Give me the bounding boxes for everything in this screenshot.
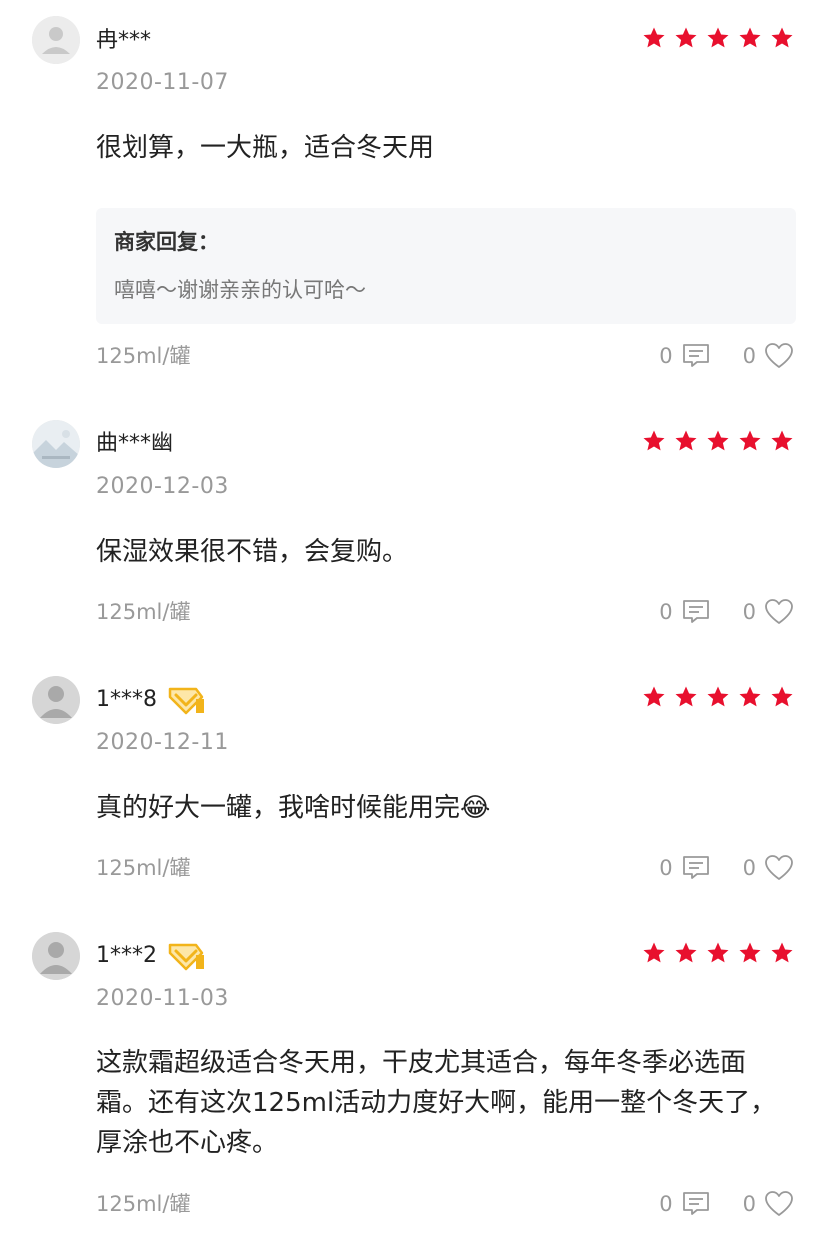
- review-actions: 0 0: [659, 341, 794, 371]
- star-icon: [643, 942, 665, 963]
- like-count: 0: [742, 344, 756, 368]
- heart-icon[interactable]: [764, 854, 794, 882]
- star-rating: [642, 941, 794, 965]
- star-icon: [739, 430, 761, 451]
- star-icon: [707, 942, 729, 963]
- product-spec: 125ml/罐: [96, 856, 191, 880]
- default-avatar-icon[interactable]: [32, 676, 80, 724]
- star-icon: [675, 27, 697, 48]
- product-spec: 125ml/罐: [96, 344, 191, 368]
- review-actions: 0 0: [659, 597, 794, 627]
- star-rating: [642, 26, 794, 50]
- review-text: 这款霜超级适合冬天用，干皮尤其适合，每年冬季必选面霜。还有这次125ml活动力度…: [96, 1048, 777, 1158]
- star-rating: [642, 685, 794, 709]
- reply-text: 嘻嘻～谢谢亲亲的认可哈～: [114, 278, 366, 302]
- comment-icon[interactable]: [681, 854, 711, 882]
- default-avatar-icon[interactable]: [32, 16, 80, 64]
- product-spec: 125ml/罐: [96, 600, 191, 624]
- comment-count: 0: [659, 856, 673, 880]
- like-count: 0: [742, 856, 756, 880]
- username: 冉***: [96, 28, 152, 53]
- star-icon: [707, 27, 729, 48]
- vip-badge-icon: [168, 687, 204, 715]
- like-count: 0: [742, 1192, 756, 1216]
- star-icon: [771, 686, 793, 707]
- star-icon: [643, 430, 665, 451]
- review-date: 2020-11-07: [96, 70, 229, 95]
- star-icon: [675, 686, 697, 707]
- review-date: 2020-12-11: [96, 730, 229, 755]
- comment-icon[interactable]: [681, 1190, 711, 1218]
- merchant-reply: 商家回复： 嘻嘻～谢谢亲亲的认可哈～: [96, 208, 796, 324]
- landscape-avatar-icon[interactable]: [32, 420, 80, 468]
- star-rating: [642, 429, 794, 453]
- review-actions: 0 0: [659, 853, 794, 883]
- comment-count: 0: [659, 600, 673, 624]
- review-actions: 0 0: [659, 1189, 794, 1219]
- comment-icon[interactable]: [681, 342, 711, 370]
- default-avatar-icon[interactable]: [32, 932, 80, 980]
- star-icon: [707, 430, 729, 451]
- product-spec: 125ml/罐: [96, 1192, 191, 1216]
- star-icon: [771, 942, 793, 963]
- star-icon: [739, 942, 761, 963]
- username: 1***8: [96, 687, 157, 712]
- star-icon: [739, 27, 761, 48]
- review-date: 2020-12-03: [96, 474, 229, 499]
- star-icon: [643, 686, 665, 707]
- star-icon: [675, 942, 697, 963]
- review-text: 很划算，一大瓶，适合冬天用: [96, 133, 435, 163]
- comment-icon[interactable]: [681, 598, 711, 626]
- star-icon: [739, 686, 761, 707]
- vip-badge-icon: [168, 943, 204, 971]
- heart-icon[interactable]: [764, 598, 794, 626]
- like-count: 0: [742, 600, 756, 624]
- reply-title: 商家回复：: [114, 230, 219, 254]
- heart-icon[interactable]: [764, 1190, 794, 1218]
- username: 1***2: [96, 943, 157, 968]
- heart-icon[interactable]: [764, 342, 794, 370]
- star-icon: [675, 430, 697, 451]
- username: 曲***幽: [96, 431, 174, 456]
- review-text: 保湿效果很不错，会复购。: [96, 537, 409, 567]
- review-text: 真的好大一罐，我啥时候能用完😂: [96, 793, 491, 823]
- star-icon: [643, 27, 665, 48]
- review-date: 2020-11-03: [96, 986, 229, 1011]
- star-icon: [771, 430, 793, 451]
- comment-count: 0: [659, 344, 673, 368]
- comment-count: 0: [659, 1192, 673, 1216]
- star-icon: [771, 27, 793, 48]
- star-icon: [707, 686, 729, 707]
